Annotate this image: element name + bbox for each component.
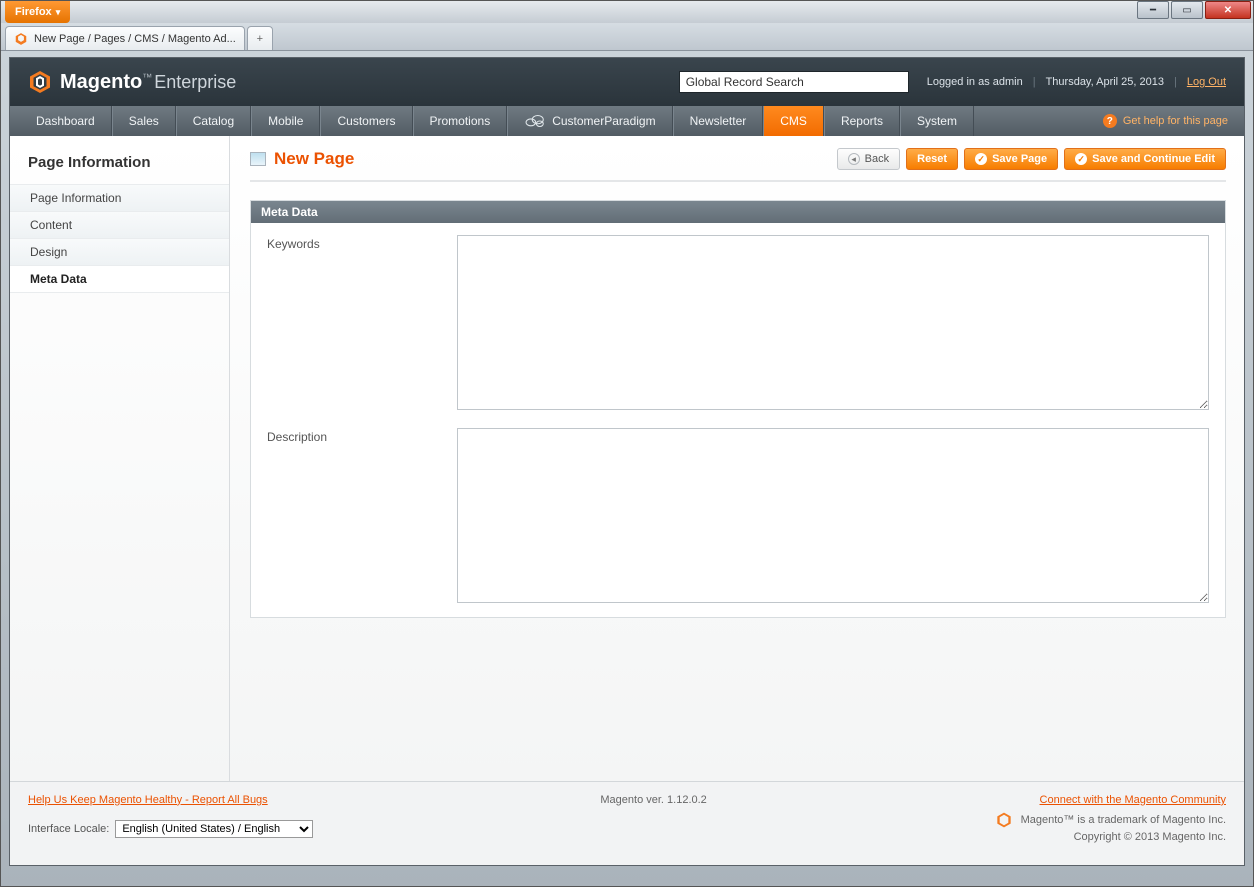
nav-customerparadigm[interactable]: CustomerParadigm xyxy=(507,106,672,136)
content-area: New Page ◂ Back Reset ✓ Save Page xyxy=(230,136,1244,781)
sidebar: Page Information Page Information Conten… xyxy=(10,136,230,781)
window-titlebar: Firefox ▾ ━ ▭ ✕ xyxy=(1,1,1253,23)
version-text: Magento ver. 1.12.0.2 xyxy=(268,794,1040,806)
locale-label: Interface Locale: xyxy=(28,823,109,835)
community-link[interactable]: Connect with the Magento Community xyxy=(1040,794,1226,806)
brand-bold: Magento xyxy=(60,71,142,93)
new-tab-button[interactable]: + xyxy=(247,26,273,50)
logout-link[interactable]: Log Out xyxy=(1187,76,1226,88)
window-close-button[interactable]: ✕ xyxy=(1205,1,1251,19)
window-minimize-button[interactable]: ━ xyxy=(1137,1,1169,19)
browser-tab-strip: New Page / Pages / CMS / Magento Ad... + xyxy=(1,23,1253,51)
back-arrow-icon: ◂ xyxy=(848,153,860,165)
tab-title: New Page / Pages / CMS / Magento Ad... xyxy=(34,33,236,45)
window-frame: Firefox ▾ ━ ▭ ✕ New Page / Pages / CMS /… xyxy=(0,0,1254,887)
report-bugs-link[interactable]: Help Us Keep Magento Healthy - Report Al… xyxy=(28,794,268,806)
sidebar-tab-design[interactable]: Design xyxy=(10,238,229,266)
divider xyxy=(250,180,1226,182)
nav-reports[interactable]: Reports xyxy=(824,106,900,136)
back-button[interactable]: ◂ Back xyxy=(837,148,900,170)
help-link[interactable]: ? Get help for this page xyxy=(1103,106,1234,136)
browser-tab[interactable]: New Page / Pages / CMS / Magento Ad... xyxy=(5,26,245,50)
locale-select[interactable]: English (United States) / English xyxy=(115,820,313,838)
reset-button[interactable]: Reset xyxy=(906,148,958,170)
firefox-label: Firefox xyxy=(15,6,52,18)
logged-in-text: Logged in as admin xyxy=(927,76,1023,88)
sidebar-tab-meta-data[interactable]: Meta Data xyxy=(10,265,229,293)
copyright-text: Copyright © 2013 Magento Inc. xyxy=(996,829,1227,847)
nav-catalog[interactable]: Catalog xyxy=(176,106,251,136)
magento-small-icon xyxy=(996,812,1012,828)
footer: Help Us Keep Magento Healthy - Report Al… xyxy=(10,781,1244,865)
nav-customers[interactable]: Customers xyxy=(320,106,412,136)
sidebar-tab-page-information[interactable]: Page Information xyxy=(10,184,229,212)
magento-header: Magento™Enterprise Logged in as admin | … xyxy=(10,58,1244,106)
help-icon: ? xyxy=(1103,114,1117,128)
nav-mobile[interactable]: Mobile xyxy=(251,106,320,136)
header-date: Thursday, April 25, 2013 xyxy=(1046,76,1164,88)
keywords-label: Keywords xyxy=(267,235,457,410)
app-viewport: Magento™Enterprise Logged in as admin | … xyxy=(9,57,1245,866)
caret-down-icon: ▾ xyxy=(56,7,61,18)
global-search-input[interactable] xyxy=(679,71,909,93)
fieldset-legend: Meta Data xyxy=(251,201,1225,223)
nav-newsletter[interactable]: Newsletter xyxy=(673,106,764,136)
nav-cms[interactable]: CMS xyxy=(763,106,824,136)
meta-data-fieldset: Meta Data Keywords Description xyxy=(250,200,1226,618)
save-page-button[interactable]: ✓ Save Page xyxy=(964,148,1058,170)
save-continue-button[interactable]: ✓ Save and Continue Edit xyxy=(1064,148,1226,170)
sidebar-tab-content[interactable]: Content xyxy=(10,211,229,239)
clouds-icon xyxy=(524,112,546,130)
page-title: New Page xyxy=(274,149,354,169)
window-maximize-button[interactable]: ▭ xyxy=(1171,1,1203,19)
keywords-textarea[interactable] xyxy=(457,235,1209,410)
brand-light: Enterprise xyxy=(154,72,236,92)
nav-dashboard[interactable]: Dashboard xyxy=(20,106,112,136)
magento-logo: Magento™Enterprise xyxy=(28,70,236,94)
check-icon: ✓ xyxy=(975,153,987,165)
firefox-menu-button[interactable]: Firefox ▾ xyxy=(5,1,70,23)
page-icon xyxy=(250,152,266,166)
description-label: Description xyxy=(267,428,457,603)
description-textarea[interactable] xyxy=(457,428,1209,603)
magento-hex-icon xyxy=(28,70,52,94)
check-icon: ✓ xyxy=(1075,153,1087,165)
sidebar-title: Page Information xyxy=(10,154,229,185)
nav-sales[interactable]: Sales xyxy=(112,106,176,136)
tab-favicon-icon xyxy=(14,32,28,46)
main-nav: Dashboard Sales Catalog Mobile Customers… xyxy=(10,106,1244,136)
trademark-text: Magento™ is a trademark of Magento Inc. xyxy=(1021,814,1226,826)
nav-system[interactable]: System xyxy=(900,106,974,136)
nav-promotions[interactable]: Promotions xyxy=(413,106,508,136)
